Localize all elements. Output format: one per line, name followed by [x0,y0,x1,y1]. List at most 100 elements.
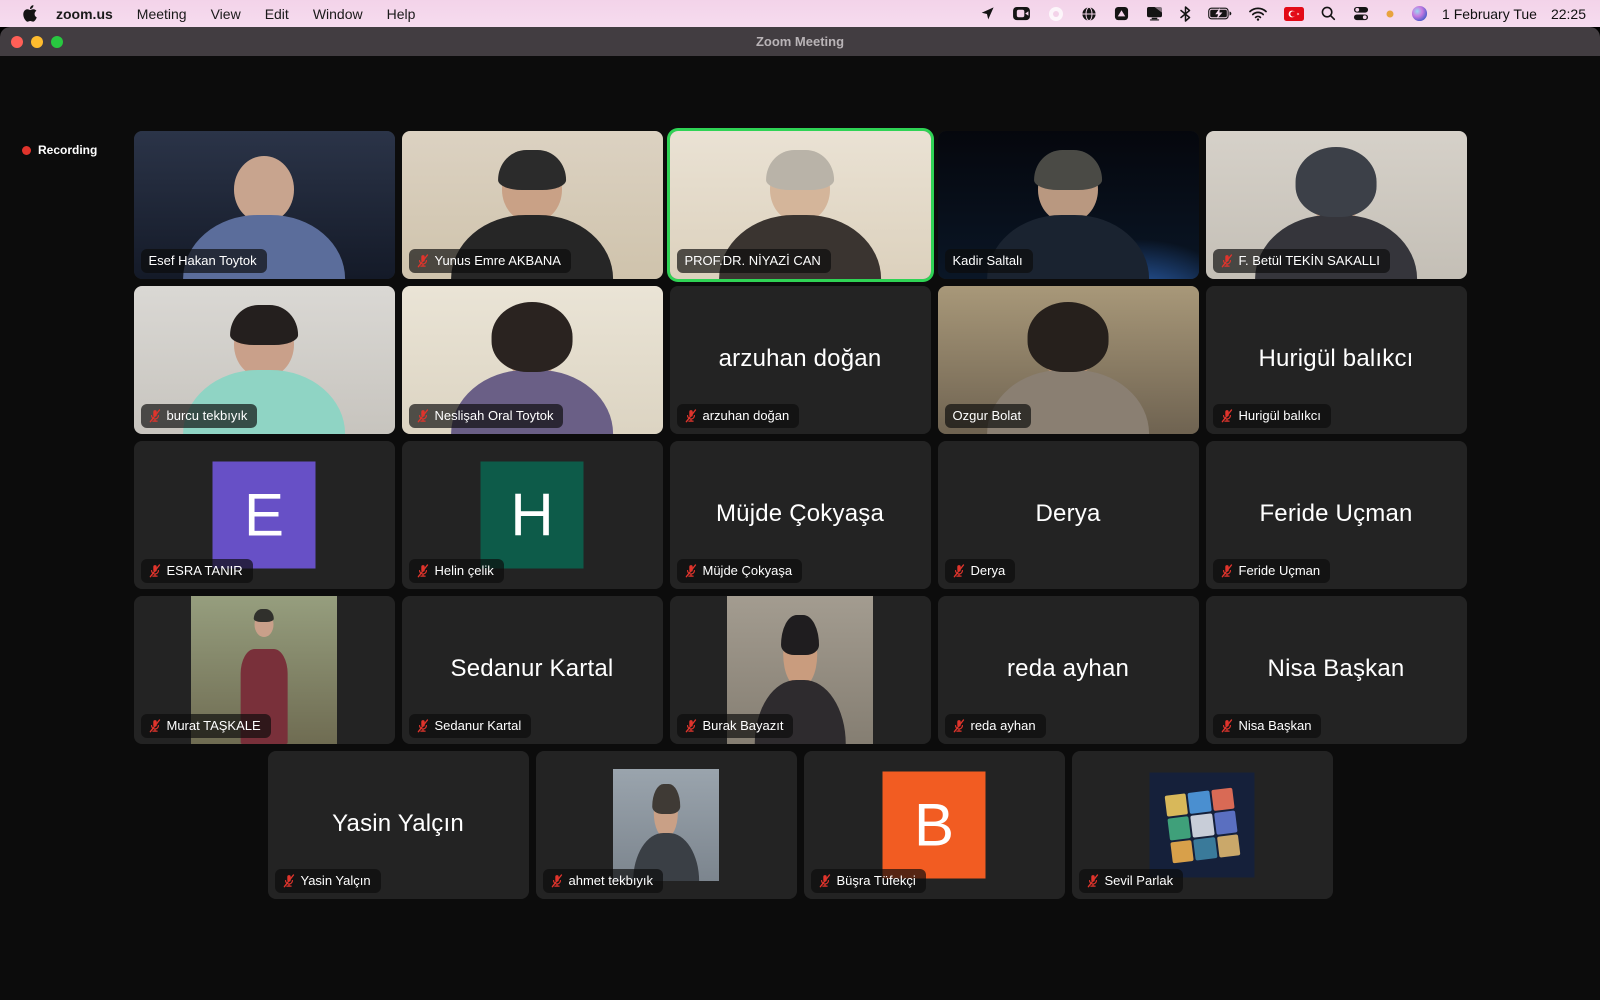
participant-tile[interactable]: Yasin Yalçın Yasin Yalçın [268,751,529,899]
recording-label: Recording [38,143,97,157]
muted-mic-icon [149,564,161,578]
muted-mic-icon [819,874,831,888]
apple-menu-icon[interactable] [14,5,44,22]
participant-name-label: Büşra Tüfekçi [811,869,926,893]
participant-display-name: reda ayhan [938,655,1199,683]
participant-tile[interactable]: Ozgur Bolat [938,286,1199,434]
participant-display-name: Derya [938,500,1199,528]
participant-name-label: Hurigül balıkcı [1213,404,1331,428]
participant-tile[interactable]: ahmet tekbıyık [536,751,797,899]
minimize-button[interactable] [31,36,43,48]
avatar-initial: H [510,485,553,545]
participant-name: Burak Bayazıt [703,718,784,733]
participant-name-label: Feride Uçman [1213,559,1331,583]
participant-name: F. Betül TEKİN SAKALLI [1239,253,1380,268]
menubar-status-icons [980,5,1428,22]
participant-avatar: B [883,772,986,879]
siri-icon[interactable] [1411,5,1428,22]
participant-name: Murat TAŞKALE [167,718,261,733]
person-silhouette [613,769,719,881]
video-camera-icon[interactable] [1012,6,1031,21]
battery-charging-icon[interactable] [1208,7,1232,20]
muted-mic-icon [953,564,965,578]
muted-mic-icon [1087,874,1099,888]
participant-name-label: Burak Bayazıt [677,714,794,738]
bluetooth-icon[interactable] [1180,6,1191,22]
participant-tile[interactable]: burcu tekbıyık [134,286,395,434]
muted-mic-icon [417,564,429,578]
participant-tile[interactable]: Kadir Saltalı [938,131,1199,279]
location-icon[interactable] [980,6,995,21]
participant-tile[interactable]: PROF.DR. NİYAZİ CAN [670,131,931,279]
window-titlebar[interactable]: Zoom Meeting [0,27,1600,56]
participant-name: arzuhan doğan [703,408,790,423]
participant-tile[interactable]: Neslişah Oral Toytok [402,286,663,434]
window-controls [11,27,63,56]
participant-name: PROF.DR. NİYAZİ CAN [685,253,821,268]
participant-tile[interactable]: B Büşra Tüfekçi [804,751,1065,899]
participant-name: Hurigül balıkcı [1239,408,1321,423]
participant-avatar: H [481,462,584,569]
participant-tile[interactable]: Burak Bayazıt [670,596,931,744]
avatar-initial: B [914,795,954,855]
participant-name-label: ESRA TANIR [141,559,253,583]
menu-item-meeting[interactable]: Meeting [125,6,199,22]
participant-name: Müjde Çokyaşa [703,563,793,578]
participant-tile[interactable]: F. Betül TEKİN SAKALLI [1206,131,1467,279]
spotlight-icon[interactable] [1321,6,1336,21]
muted-mic-icon [551,874,563,888]
menubar-time: 22:25 [1551,6,1586,22]
menu-item-view[interactable]: View [199,6,253,22]
menu-item-edit[interactable]: Edit [253,6,301,22]
participant-tile[interactable]: Sevil Parlak [1072,751,1333,899]
menubar-app-name[interactable]: zoom.us [44,6,125,22]
participant-tile[interactable]: Müjde Çokyaşa Müjde Çokyaşa [670,441,931,589]
participant-tile[interactable]: Murat TAŞKALE [134,596,395,744]
menu-item-help[interactable]: Help [375,6,428,22]
turkish-flag-icon[interactable] [1284,7,1304,21]
menubar-clock[interactable]: 1 February Tue 22:25 [1442,6,1586,22]
close-button[interactable] [11,36,23,48]
participant-tile[interactable]: Derya Derya [938,441,1199,589]
participant-name: Feride Uçman [1239,563,1321,578]
participant-name: Büşra Tüfekçi [837,873,916,888]
participant-name-label: Müjde Çokyaşa [677,559,803,583]
participant-tile[interactable]: arzuhan doğan arzuhan doğan [670,286,931,434]
rubiks-cube-avatar [1164,787,1240,863]
muted-mic-icon [685,409,697,423]
participant-tile[interactable]: H Helin çelik [402,441,663,589]
fullscreen-button[interactable] [51,36,63,48]
participant-name-label: PROF.DR. NİYAZİ CAN [677,249,831,273]
participant-tile[interactable]: Feride Uçman Feride Uçman [1206,441,1467,589]
display-icon[interactable] [1146,6,1163,21]
participant-name: ESRA TANIR [167,563,243,578]
participant-name: Nisa Başkan [1239,718,1312,733]
participant-name-label: Murat TAŞKALE [141,714,271,738]
app-triangle-icon[interactable] [1114,6,1129,21]
globe-icon[interactable] [1081,6,1097,22]
participant-tile[interactable]: Sedanur Kartal Sedanur Kartal [402,596,663,744]
participant-tile[interactable]: E ESRA TANIR [134,441,395,589]
participant-name: Ozgur Bolat [953,408,1022,423]
menu-item-window[interactable]: Window [301,6,375,22]
participant-tile[interactable]: reda ayhan reda ayhan [938,596,1199,744]
participant-name-label: Kadir Saltalı [945,249,1033,273]
participant-display-name: Sedanur Kartal [402,655,663,683]
participant-name-label: reda ayhan [945,714,1046,738]
app-dot-icon[interactable] [1048,6,1064,22]
participant-name-label: Ozgur Bolat [945,404,1032,428]
participant-tile[interactable]: Yunus Emre AKBANA [402,131,663,279]
participant-tile[interactable]: Esef Hakan Toytok [134,131,395,279]
participant-avatar [613,769,719,881]
muted-mic-icon [149,409,161,423]
participant-display-name: Yasin Yalçın [268,810,529,838]
participant-tile[interactable]: Hurigül balıkcı Hurigül balıkcı [1206,286,1467,434]
control-center-icon[interactable] [1353,6,1369,21]
participant-name-label: Neslişah Oral Toytok [409,404,564,428]
participant-name-label: Yasin Yalçın [275,869,381,893]
participant-tile[interactable]: Nisa Başkan Nisa Başkan [1206,596,1467,744]
participant-name: Sevil Parlak [1105,873,1174,888]
participant-name-label: F. Betül TEKİN SAKALLI [1213,249,1390,273]
participant-name: Neslişah Oral Toytok [435,408,554,423]
wifi-icon[interactable] [1249,7,1267,21]
